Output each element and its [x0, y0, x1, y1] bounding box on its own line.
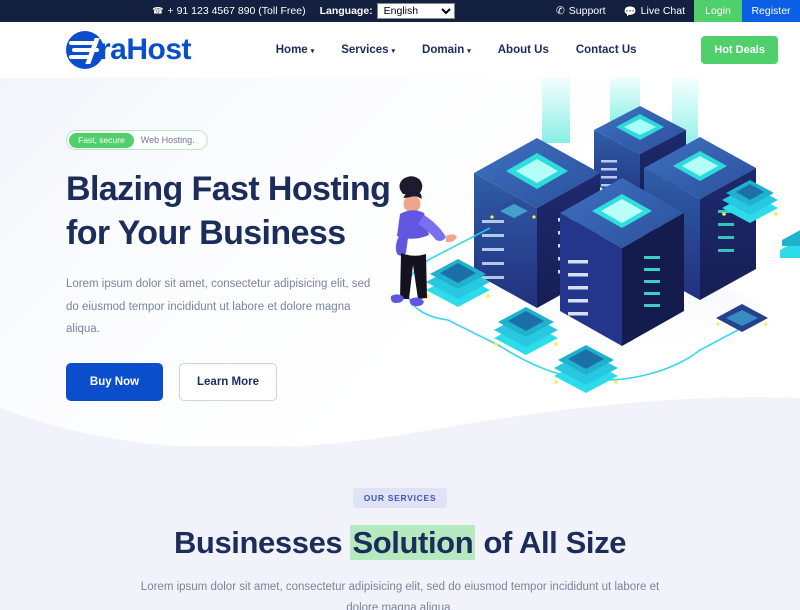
chevron-down-icon: ▾	[467, 48, 471, 55]
nav-label-services: Services	[341, 44, 389, 56]
topbar-left-group: ☎ + 91 123 4567 890 (Toll Free) Language…	[0, 0, 547, 22]
nav-label-domain: Domain	[422, 44, 465, 56]
logo-text: raHost	[99, 33, 192, 66]
hero-description: Lorem ipsum dolor sit amet, consectetur …	[66, 278, 371, 336]
support-link[interactable]: ✆ Support	[547, 0, 615, 22]
live-chat-link[interactable]: 💬 Live Chat	[615, 0, 694, 22]
support-headset-icon: ✆	[555, 5, 565, 17]
phone-icon: ☎	[152, 5, 164, 15]
hot-deals-button[interactable]: Hot Deals	[701, 36, 778, 64]
phone-number[interactable]: ☎ + 91 123 4567 890 (Toll Free)	[152, 5, 305, 17]
nav-item-contact-us[interactable]: Contact Us	[576, 44, 637, 56]
nav-item-about-us[interactable]: About Us	[498, 44, 549, 56]
services-section: OUR SERVICES Businesses Solution of All …	[0, 446, 800, 610]
hero-title-line-1: Blazing Fast Hosting	[66, 170, 391, 209]
nav-item-domain[interactable]: Domain ▾	[422, 44, 471, 56]
logo-mark-icon	[66, 31, 104, 69]
live-chat-label: Live Chat	[640, 5, 685, 17]
services-title: Businesses Solution of All Size	[0, 525, 800, 561]
main-navigation: Home ▾ Services ▾ Domain ▾ About Us Cont…	[211, 44, 701, 56]
topbar-right-group: ✆ Support 💬 Live Chat Login Register	[547, 0, 800, 22]
support-label: Support	[568, 5, 606, 17]
top-utility-bar: ☎ + 91 123 4567 890 (Toll Free) Language…	[0, 0, 800, 22]
hero-badge-text: Web Hosting.	[140, 135, 195, 146]
services-title-before: Businesses	[173, 525, 351, 560]
services-description: Lorem ipsum dolor sit amet, consectetur …	[140, 581, 660, 610]
services-eyebrow-tag: OUR SERVICES	[352, 488, 448, 508]
chevron-down-icon: ▾	[391, 48, 396, 55]
register-button[interactable]: Register	[742, 0, 800, 22]
site-header: raHost Home ▾ Services ▾ Domain ▾ About …	[0, 22, 800, 78]
services-title-highlight: Solution	[350, 525, 476, 560]
phone-number-label: + 91 123 4567 890 (Toll Free)	[167, 5, 306, 17]
nav-label-home: Home	[275, 44, 308, 56]
login-button[interactable]: Login	[694, 0, 742, 22]
services-title-after: of All Size	[475, 525, 627, 560]
section-wave-divider	[0, 397, 800, 446]
nav-label-contact-us: Contact Us	[575, 44, 637, 56]
nav-item-home[interactable]: Home ▾	[276, 44, 314, 56]
nav-label-about-us: About Us	[497, 44, 549, 56]
hero-badge: Fast, secure Web Hosting.	[66, 130, 208, 151]
language-label: Language:	[319, 5, 373, 17]
hero-content: Fast, secure Web Hosting. Blazing Fast H…	[66, 130, 416, 401]
hero-title: Blazing Fast Hosting for Your Business	[66, 168, 416, 255]
chevron-down-icon: ▾	[310, 48, 315, 55]
language-select[interactable]: English	[376, 3, 455, 19]
hero-section: Fast, secure Web Hosting. Blazing Fast H…	[0, 78, 800, 446]
chat-bubble-icon: 💬	[623, 5, 637, 18]
nav-item-services[interactable]: Services ▾	[341, 44, 395, 56]
site-logo[interactable]: raHost	[66, 31, 192, 69]
hero-title-line-2: for Your Business	[66, 213, 346, 252]
language-selector: Language: English	[320, 3, 455, 19]
hero-badge-chip: Fast, secure	[69, 133, 134, 148]
